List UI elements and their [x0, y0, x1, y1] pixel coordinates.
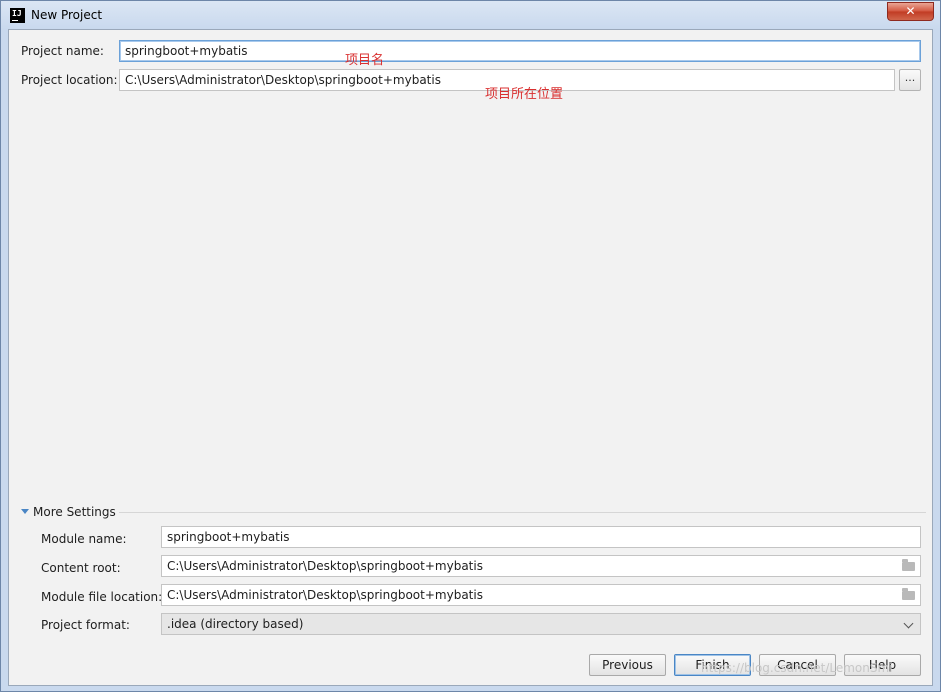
dialog-content: Project name: springboot+mybatis 项目名 Pro… [8, 29, 933, 686]
previous-button[interactable]: Previous [589, 654, 666, 676]
title-bar[interactable]: IJ New Project ✕ [1, 1, 940, 29]
module-file-location-label: Module file location: [41, 590, 163, 604]
project-format-select[interactable]: .idea (directory based) [161, 613, 921, 635]
module-name-input[interactable]: springboot+mybatis [161, 526, 921, 548]
folder-icon[interactable] [902, 559, 915, 571]
new-project-dialog: IJ New Project ✕ Project name: springboo… [0, 0, 941, 692]
intellij-icon: IJ [10, 8, 25, 23]
window-title: New Project [31, 8, 103, 22]
project-format-label: Project format: [41, 618, 130, 632]
project-format-value: .idea (directory based) [167, 617, 304, 631]
project-name-label: Project name: [21, 44, 104, 58]
content-root-input[interactable]: C:\Users\Administrator\Desktop\springboo… [161, 555, 921, 577]
content-root-label: Content root: [41, 561, 121, 575]
section-divider [119, 512, 926, 513]
expand-triangle-icon[interactable] [21, 509, 29, 514]
module-file-location-input[interactable]: C:\Users\Administrator\Desktop\springboo… [161, 584, 921, 606]
chevron-down-icon [903, 618, 914, 629]
project-name-input[interactable]: springboot+mybatis [119, 40, 921, 62]
module-file-location-value: C:\Users\Administrator\Desktop\springboo… [167, 588, 483, 602]
project-location-label: Project location: [21, 73, 118, 87]
module-name-label: Module name: [41, 532, 127, 546]
more-settings-toggle[interactable]: More Settings [33, 505, 116, 519]
close-button[interactable]: ✕ [887, 2, 934, 21]
project-name-annotation: 项目名 [345, 53, 385, 68]
folder-icon[interactable] [902, 588, 915, 600]
content-root-value: C:\Users\Administrator\Desktop\springboo… [167, 559, 483, 573]
browse-location-button[interactable]: ... [899, 69, 921, 91]
project-location-annotation: 项目所在位置 [485, 87, 564, 102]
watermark: https://blog.csdn.net/LemonSmi [701, 661, 893, 675]
